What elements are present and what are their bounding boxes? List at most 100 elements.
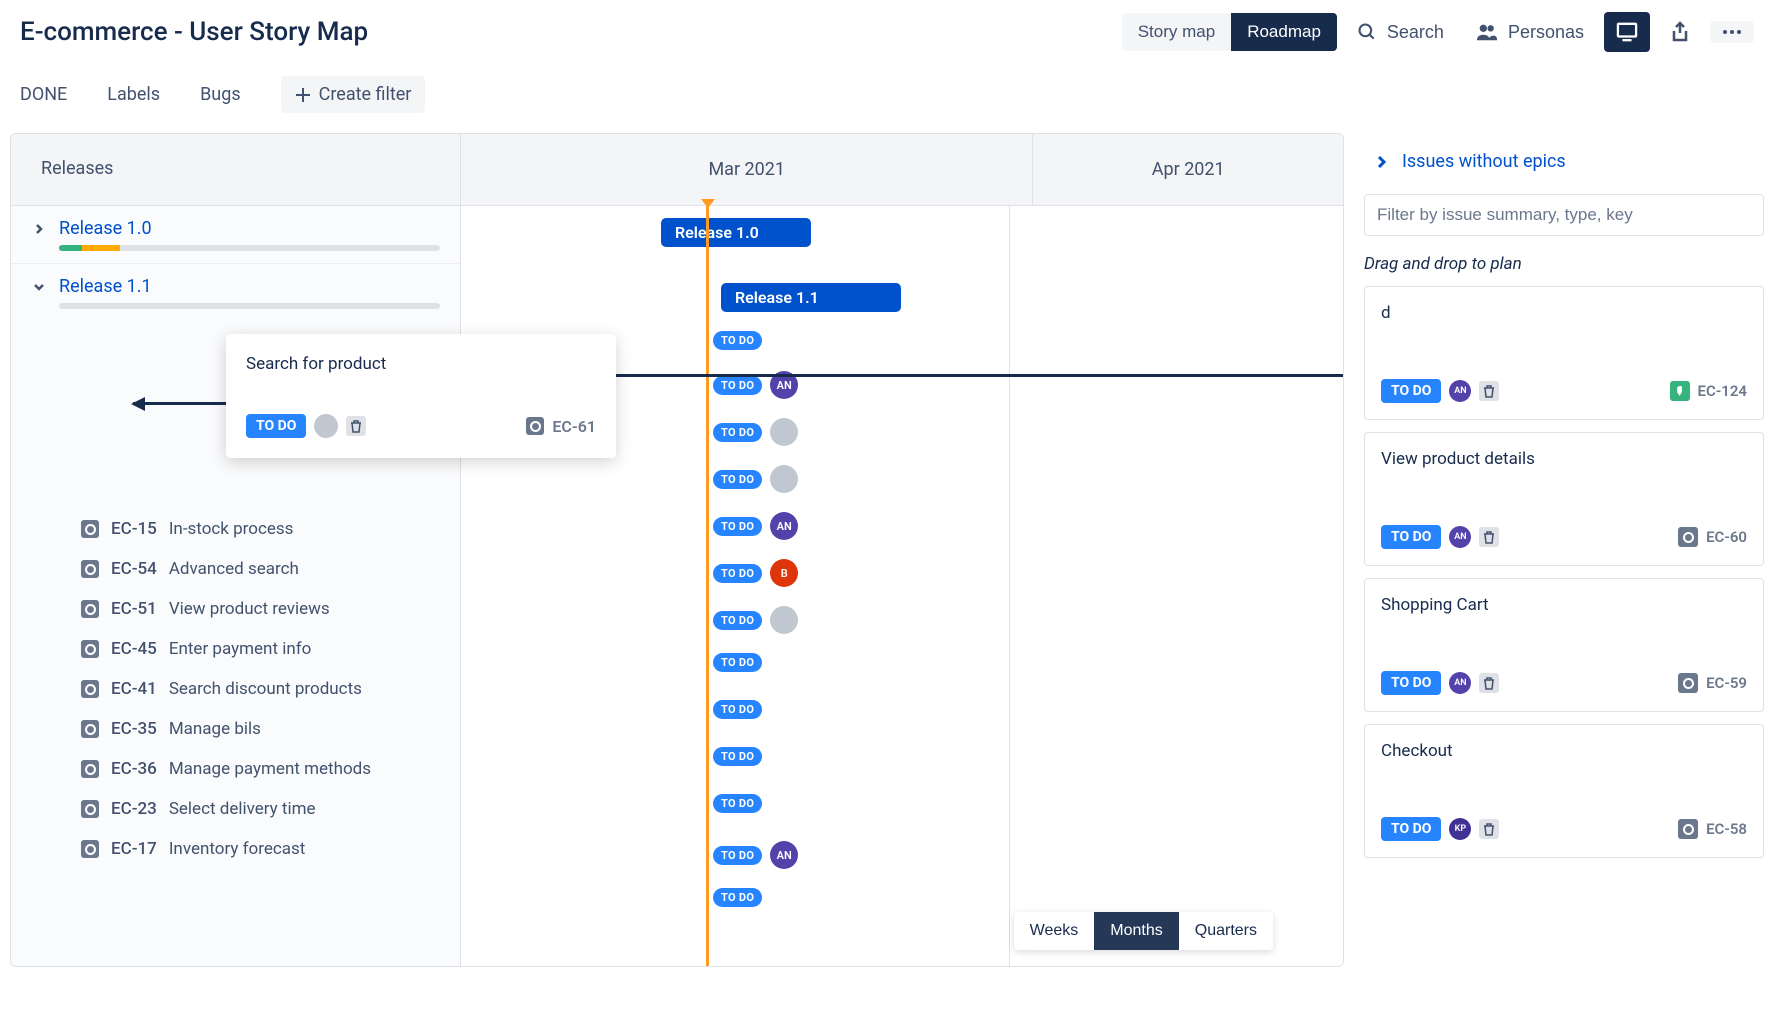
timeline-item[interactable]: TO DOAN [713, 841, 798, 869]
issue-icon [81, 520, 99, 538]
create-filter-button[interactable]: Create filter [281, 76, 426, 113]
arrow [593, 374, 1344, 377]
page-title: E-commerce - User Story Map [20, 17, 1102, 47]
filter-input[interactable] [1364, 194, 1764, 236]
timeline-item[interactable]: TO DO [713, 465, 798, 493]
epic-card-view-product[interactable]: View product details TO DO AN EC-60 [1364, 432, 1764, 566]
time-range-switcher: Weeks Months Quarters [1014, 912, 1273, 950]
timeline-item[interactable]: TO DO [713, 794, 762, 813]
trash-icon[interactable] [1479, 673, 1499, 693]
timeline-item[interactable]: TO DO [713, 700, 762, 719]
epic-card-checkout[interactable]: Checkout TO DO KP EC-58 [1364, 724, 1764, 858]
issue-ec-15[interactable]: EC-15In-stock process [11, 509, 460, 549]
filter-labels[interactable]: Labels [107, 84, 160, 105]
more-button[interactable] [1710, 21, 1754, 43]
issue-ec-51[interactable]: EC-51View product reviews [11, 589, 460, 629]
view-tabs: Story map Roadmap [1122, 13, 1337, 51]
month-mar: Mar 2021 [461, 134, 1033, 205]
people-icon [1476, 22, 1498, 42]
roadmap-panel: Releases Mar 2021 Apr 2021 Release 1.0 [10, 133, 1344, 967]
status-pill: TO DO [1381, 379, 1441, 403]
trash-icon[interactable] [1479, 819, 1499, 839]
month-divider [1009, 206, 1010, 966]
avatar [770, 606, 798, 634]
timeline-body[interactable]: Release 1.0 Release 1.1 TO DO TO DOAN TO… [461, 206, 1343, 966]
tab-story-map[interactable]: Story map [1122, 13, 1231, 51]
issue-ec-36[interactable]: EC-36Manage payment methods [11, 749, 460, 789]
avatar: KP [1449, 818, 1471, 840]
releases-list: Release 1.0 Release 1.1 [11, 206, 461, 966]
avatar: AN [1449, 380, 1471, 402]
issues-without-epics-header[interactable]: Issues without epics [1364, 143, 1764, 180]
issue-ec-23[interactable]: EC-23Select delivery time [11, 789, 460, 829]
card-title: Search for product [246, 354, 596, 374]
issue-icon [81, 760, 99, 778]
issue-type-icon [1670, 381, 1690, 401]
epic-card-shopping-cart[interactable]: Shopping Cart TO DO AN EC-59 [1364, 578, 1764, 712]
filter-done[interactable]: DONE [20, 84, 67, 105]
timeline-item[interactable]: TO DO [713, 747, 762, 766]
trash-icon[interactable] [346, 416, 366, 436]
tab-roadmap[interactable]: Roadmap [1231, 13, 1337, 51]
progress-bar [59, 245, 440, 251]
timeline-item[interactable]: TO DOB [713, 559, 798, 587]
side-panel: Issues without epics Drag and drop to pl… [1364, 133, 1764, 967]
progress-bar [59, 303, 440, 309]
avatar [770, 465, 798, 493]
timeline-item[interactable]: TO DOAN [713, 512, 798, 540]
issue-ec-41[interactable]: EC-41Search discount products [11, 669, 460, 709]
status-pill: TO DO [1381, 671, 1441, 695]
monitor-icon [1616, 22, 1638, 42]
issue-icon [81, 800, 99, 818]
share-button[interactable] [1658, 13, 1702, 51]
timeline-item[interactable]: TO DO [713, 606, 798, 634]
dots-icon [1722, 29, 1742, 35]
timeline-item[interactable]: TO DO [713, 888, 762, 907]
issue-icon [81, 560, 99, 578]
hint-text: Drag and drop to plan [1364, 254, 1764, 274]
issue-type-icon [1678, 673, 1698, 693]
gantt-release-1-1[interactable]: Release 1.1 [721, 283, 901, 312]
issue-icon [81, 840, 99, 858]
gantt-release-1-0[interactable]: Release 1.0 [661, 218, 811, 247]
issue-ec-54[interactable]: EC-54Advanced search [11, 549, 460, 589]
epic-card-d[interactable]: d TO DO AN EC-124 [1364, 286, 1764, 420]
issue-ec-45[interactable]: EC-45Enter payment info [11, 629, 460, 669]
chevron-right-icon[interactable] [31, 221, 47, 237]
issue-key: EC-61 [552, 417, 596, 436]
chevron-right-icon [1374, 155, 1390, 169]
timeline-item[interactable]: TO DO [713, 653, 762, 672]
month-apr: Apr 2021 [1033, 134, 1343, 205]
avatar: AN [770, 841, 798, 869]
trash-icon[interactable] [1479, 381, 1499, 401]
issue-icon [81, 720, 99, 738]
search-icon [1357, 22, 1377, 42]
issue-ec-17[interactable]: EC-17Inventory forecast [11, 829, 460, 869]
releases-column-header: Releases [11, 134, 461, 205]
plus-icon [295, 87, 311, 103]
chevron-down-icon[interactable] [31, 279, 47, 295]
status-pill: TO DO [246, 414, 306, 438]
timeline-item[interactable]: TO DO [713, 331, 762, 350]
release-1-0[interactable]: Release 1.0 [11, 206, 460, 264]
avatar: AN [770, 512, 798, 540]
time-quarters[interactable]: Quarters [1179, 912, 1273, 950]
search-button[interactable]: Search [1345, 14, 1456, 51]
avatar [314, 414, 338, 438]
dragged-card[interactable]: Search for product TO DO EC-61 [226, 334, 616, 458]
issue-icon [526, 417, 544, 435]
time-months[interactable]: Months [1094, 912, 1178, 950]
today-line [706, 206, 709, 966]
issue-type-icon [1678, 527, 1698, 547]
timeline-item[interactable]: TO DO [713, 418, 798, 446]
issue-icon [81, 600, 99, 618]
personas-button[interactable]: Personas [1464, 14, 1596, 51]
trash-icon[interactable] [1479, 527, 1499, 547]
issue-ec-35[interactable]: EC-35Manage bils [11, 709, 460, 749]
avatar: B [770, 559, 798, 587]
avatar [770, 418, 798, 446]
filter-bugs[interactable]: Bugs [200, 84, 241, 105]
time-weeks[interactable]: Weeks [1014, 912, 1095, 950]
issue-icon [81, 640, 99, 658]
present-button[interactable] [1604, 12, 1650, 52]
